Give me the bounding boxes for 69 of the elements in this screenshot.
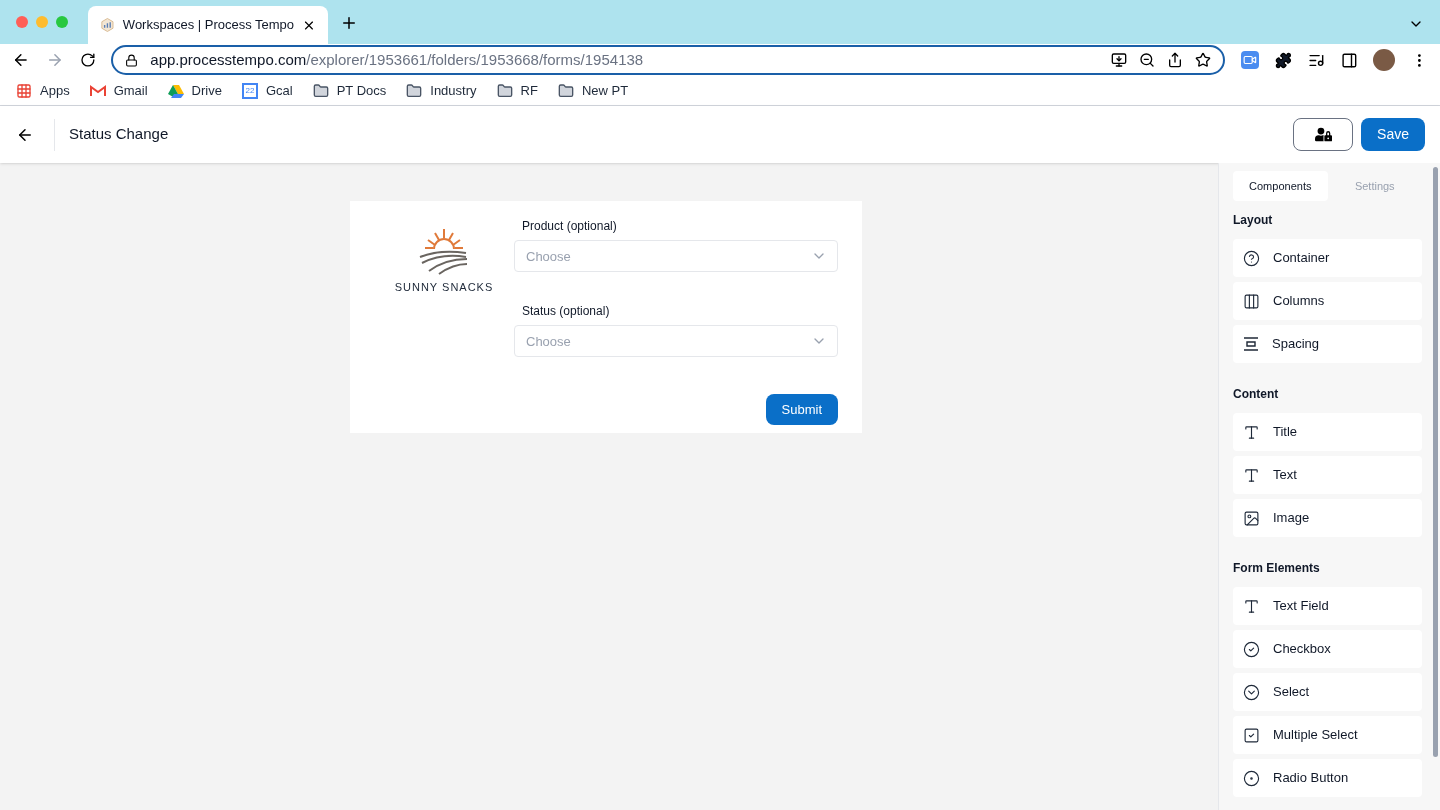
address-bar[interactable]: app.processtempo.com/explorer/1953661/folders/1953668/forms/1954138	[111, 45, 1226, 75]
puzzle-icon[interactable]	[1275, 51, 1292, 69]
question-circle-icon	[1243, 249, 1260, 267]
chart-hexagon-icon	[100, 17, 115, 33]
bookmark-link[interactable]: Apps	[40, 80, 70, 101]
scrollbar-thumb[interactable]	[1433, 167, 1438, 757]
letter-t-icon	[1243, 466, 1260, 484]
triangle-icon	[167, 83, 184, 98]
folder-icon	[406, 82, 423, 99]
folder-icon	[557, 82, 574, 99]
video-camera-icon[interactable]	[1241, 51, 1260, 69]
apps-grid-icon	[16, 82, 32, 99]
component-item[interactable]: Title	[1233, 413, 1422, 451]
select-field[interactable]: Choose	[514, 240, 838, 272]
user-lock-icon	[1314, 126, 1332, 143]
user-permission-button[interactable]	[1293, 118, 1354, 151]
download-icon[interactable]	[1111, 52, 1128, 68]
radio-dot-icon	[1243, 769, 1260, 787]
component-item[interactable]: Text	[1233, 456, 1422, 494]
component-item[interactable]: Spacing	[1233, 325, 1422, 363]
component-item[interactable]: Multiple Select	[1233, 716, 1422, 754]
section-heading: Content	[1233, 386, 1280, 403]
select-field[interactable]: Choose	[514, 325, 838, 357]
tab-title: Workspaces | Process Tempo	[122, 16, 295, 35]
component-item[interactable]: Select	[1233, 673, 1422, 711]
mail-icon	[89, 84, 106, 97]
logo-text: SUNNY SNACKS	[394, 280, 494, 295]
field-label: Product (optional)	[522, 218, 618, 235]
reload-icon[interactable]	[79, 52, 96, 68]
save-button[interactable]: Save	[1361, 118, 1425, 151]
section-heading: Layout	[1233, 212, 1274, 229]
folder-icon	[496, 82, 513, 99]
bookmark-link[interactable]: Gcal	[265, 80, 293, 101]
spacing-icon	[1243, 337, 1259, 351]
bookmark-link[interactable]: Industry	[430, 80, 477, 101]
letter-t-icon	[1243, 597, 1260, 615]
image-icon	[1243, 509, 1260, 527]
component-item[interactable]: Checkbox	[1233, 630, 1422, 668]
page-title: Status Change	[69, 124, 170, 145]
columns-icon	[1243, 292, 1260, 310]
panel-tab[interactable]: Components	[1233, 171, 1328, 201]
side-panel-icon[interactable]	[1340, 51, 1358, 69]
chevron-circle-icon	[1243, 683, 1260, 701]
folder-icon	[312, 82, 329, 99]
section-heading: Form Elements	[1233, 560, 1321, 577]
star-icon[interactable]	[1195, 52, 1212, 68]
url-text: app.processtempo.com/explorer/1953661/folders/1953668/forms/1954138	[150, 49, 645, 70]
letter-t-icon	[1243, 423, 1260, 441]
bookmark-link[interactable]: PT Docs	[336, 80, 387, 101]
check-circle-icon	[1243, 640, 1260, 658]
zoom-out-icon[interactable]	[1139, 52, 1156, 68]
component-item[interactable]: Image	[1233, 499, 1422, 537]
lock-icon	[125, 53, 139, 67]
bookmark-link[interactable]: New PT	[581, 80, 629, 101]
browser-tab[interactable]: Workspaces | Process Tempo	[88, 6, 328, 44]
bookmark-link[interactable]: Gmail	[113, 80, 148, 101]
checked-square-icon	[1243, 726, 1260, 744]
component-item[interactable]: Radio Button	[1233, 759, 1422, 797]
avatar[interactable]	[1373, 49, 1396, 71]
field-label: Status (optional)	[522, 303, 611, 320]
component-item[interactable]: Text Field	[1233, 587, 1422, 625]
calendar-icon: 22	[241, 82, 258, 99]
share-icon[interactable]	[1167, 52, 1184, 68]
component-item[interactable]: Columns	[1233, 282, 1422, 320]
submit-button[interactable]: Submit	[765, 394, 838, 425]
bookmark-link[interactable]: Drive	[191, 80, 222, 101]
new-tab-icon[interactable]	[340, 14, 358, 32]
component-item[interactable]: Container	[1233, 239, 1422, 277]
bookmark-link[interactable]: RF	[520, 80, 538, 101]
